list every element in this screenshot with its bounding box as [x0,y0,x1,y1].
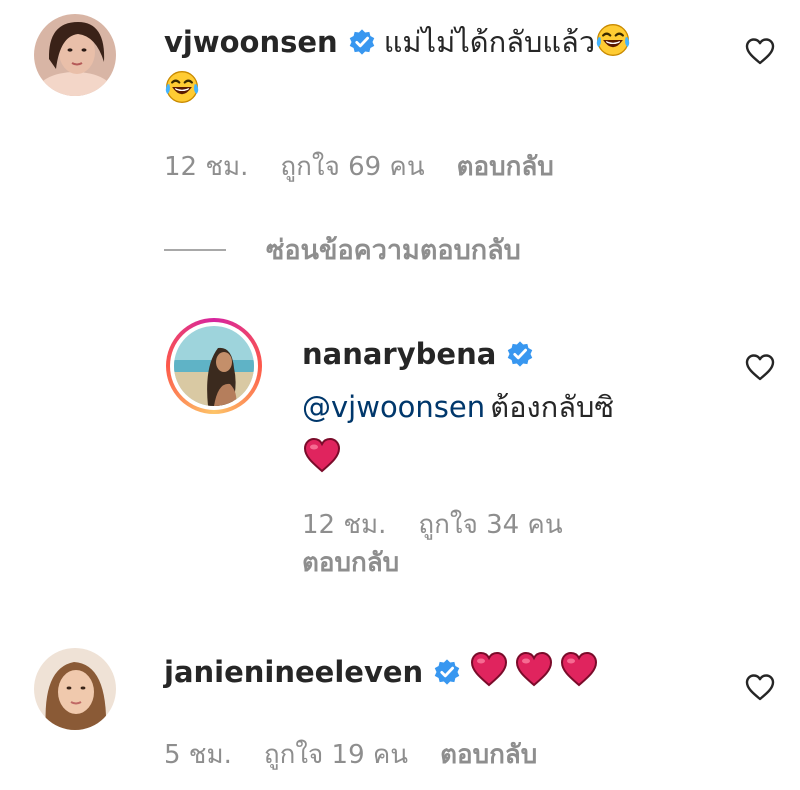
comment-text: แม่ไม่ได้กลับแล้ว [383,25,596,59]
timestamp: 5 ชม. [164,740,232,770]
avatar [174,326,254,406]
reply-nanarybena: nanarybena @vjwoonsen ต้องกลับซิ 12 ชม. ถ… [0,300,800,600]
laughing-emoji-icon [164,69,200,105]
profile-photo-icon [34,648,116,730]
likes-count[interactable]: ถูกใจ 69 คน [280,152,424,182]
likes-count[interactable]: ถูกใจ 34 คน [418,510,562,540]
like-heart-icon[interactable] [744,352,776,382]
like-heart-icon[interactable] [744,672,776,702]
comment-body: vjwoonsen แม่ไม่ได้กลับแล้ว [164,20,704,116]
timestamp: 12 ชม. [302,510,387,540]
comment-body: janienineeleven [164,650,704,699]
comment-vjwoonsen: vjwoonsen แม่ไม่ได้กลับแล้ว 12 ชม. ถูกใจ 6… [0,0,800,200]
timestamp: 12 ชม. [164,152,249,182]
red-heart-emoji-icon [469,650,509,688]
avatar[interactable] [34,14,116,96]
verified-badge-icon [433,658,461,686]
reply-button[interactable]: ตอบกลับ [440,740,537,770]
likes-count[interactable]: ถูกใจ 19 คน [264,740,408,770]
avatar[interactable] [34,648,116,730]
like-heart-icon[interactable] [744,36,776,66]
username[interactable]: nanarybena [302,337,496,371]
comment-meta: 12 ชม. ถูกใจ 69 คน ตอบกลับ [164,146,586,187]
red-heart-emoji-icon [302,436,342,474]
hide-replies-toggle[interactable]: ซ่อนข้อความตอบกลับ [164,228,521,271]
profile-photo-icon [174,326,254,406]
divider-line [164,248,226,251]
username[interactable]: vjwoonsen [164,25,338,59]
mention-link[interactable]: @vjwoonsen [302,390,485,424]
comment-meta: 12 ชม. ถูกใจ 34 คน ตอบกลับ [302,506,595,582]
comment-meta: 5 ชม. ถูกใจ 19 คน ตอบกลับ [164,734,569,775]
verified-badge-icon [506,340,534,368]
reply-button[interactable]: ตอบกลับ [302,548,399,578]
comment-text: ต้องกลับซิ [490,390,615,424]
red-heart-emoji-icon [559,650,599,688]
comment-janienineeleven: janienineeleven 5 ชม. ถูกใจ 19 คน ตอบกลับ [0,630,800,790]
red-heart-emoji-icon [514,650,554,688]
laughing-emoji-icon [595,22,631,58]
story-ring-avatar[interactable] [166,318,262,414]
comment-body: nanarybena @vjwoonsen ต้องกลับซิ [302,330,722,487]
username[interactable]: janienineeleven [164,655,423,689]
verified-badge-icon [348,28,376,56]
reply-button[interactable]: ตอบกลับ [457,152,554,182]
hide-replies-label[interactable]: ซ่อนข้อความตอบกลับ [266,228,521,271]
profile-photo-icon [34,14,116,96]
